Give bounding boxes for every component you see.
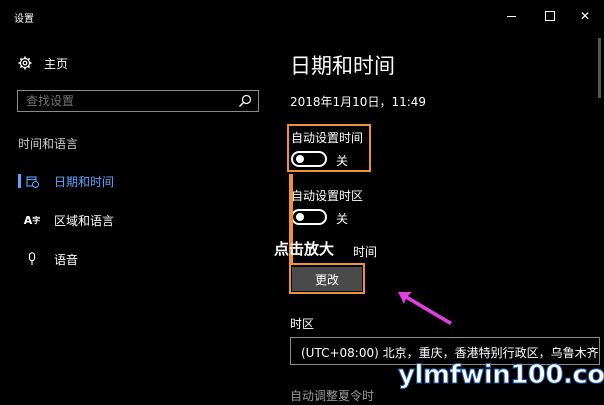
sidebar-item-speech[interactable]: 语音 — [18, 248, 268, 270]
toggle-knob — [296, 155, 304, 163]
sidebar-item-label: 语音 — [54, 252, 79, 267]
calendar-clock-icon — [24, 175, 40, 188]
title-bar: 设置 ✕ — [0, 0, 604, 32]
settings-window: 设置 ✕ 主页 时间和语言 — [0, 0, 604, 405]
section-heading: 时间和语言 — [18, 137, 79, 151]
page-title: 日期和时间 — [290, 54, 395, 78]
dst-label: 自动调整夏令时 — [290, 389, 375, 403]
scrollbar[interactable] — [598, 38, 601, 98]
timezone-label: 时区 — [290, 317, 315, 331]
sidebar-item-home[interactable]: 主页 — [18, 52, 68, 74]
auto-time-toggle[interactable] — [291, 151, 327, 167]
maximize-icon — [545, 11, 555, 21]
sidebar-item-region-language[interactable]: A字 区域和语言 — [18, 209, 268, 231]
sidebar-item-label: 主页 — [44, 56, 69, 71]
window-title: 设置 — [14, 14, 34, 25]
auto-timezone-toggle[interactable] — [291, 209, 327, 225]
active-indicator — [18, 174, 21, 188]
auto-timezone-label: 自动设置时区 — [291, 189, 364, 203]
search-icon[interactable] — [238, 94, 252, 108]
sidebar-item-date-time[interactable]: 日期和时间 — [18, 170, 268, 192]
close-icon: ✕ — [579, 9, 591, 23]
change-time-label: 时间 — [353, 245, 378, 259]
gear-icon — [18, 56, 32, 70]
change-button[interactable]: 更改 — [292, 267, 362, 291]
sidebar-item-label: 日期和时间 — [54, 174, 115, 189]
close-button[interactable]: ✕ — [570, 6, 600, 26]
microphone-icon — [24, 252, 40, 266]
auto-time-state: 关 — [336, 154, 349, 168]
language-icon: A字 — [23, 213, 41, 227]
sidebar-item-label: 区域和语言 — [54, 213, 115, 228]
pointer-arrow-icon — [398, 292, 452, 325]
watermark: ylmfwin100.com — [397, 360, 604, 391]
minimize-button[interactable] — [496, 6, 526, 26]
search-input[interactable] — [26, 94, 226, 108]
timezone-value: (UTC+08:00) 北京，重庆，香港特别行政区，乌鲁木齐 — [301, 346, 599, 360]
toggle-knob — [296, 213, 304, 221]
maximize-button[interactable] — [535, 6, 565, 26]
minimize-icon — [506, 15, 516, 17]
search-box — [17, 90, 259, 112]
auto-time-label: 自动设置时间 — [291, 131, 364, 145]
zoom-hint-overlay[interactable]: 点击放大 — [274, 238, 334, 259]
auto-timezone-state: 关 — [336, 212, 349, 226]
current-datetime: 2018年1月10日，11:49 — [290, 95, 427, 109]
